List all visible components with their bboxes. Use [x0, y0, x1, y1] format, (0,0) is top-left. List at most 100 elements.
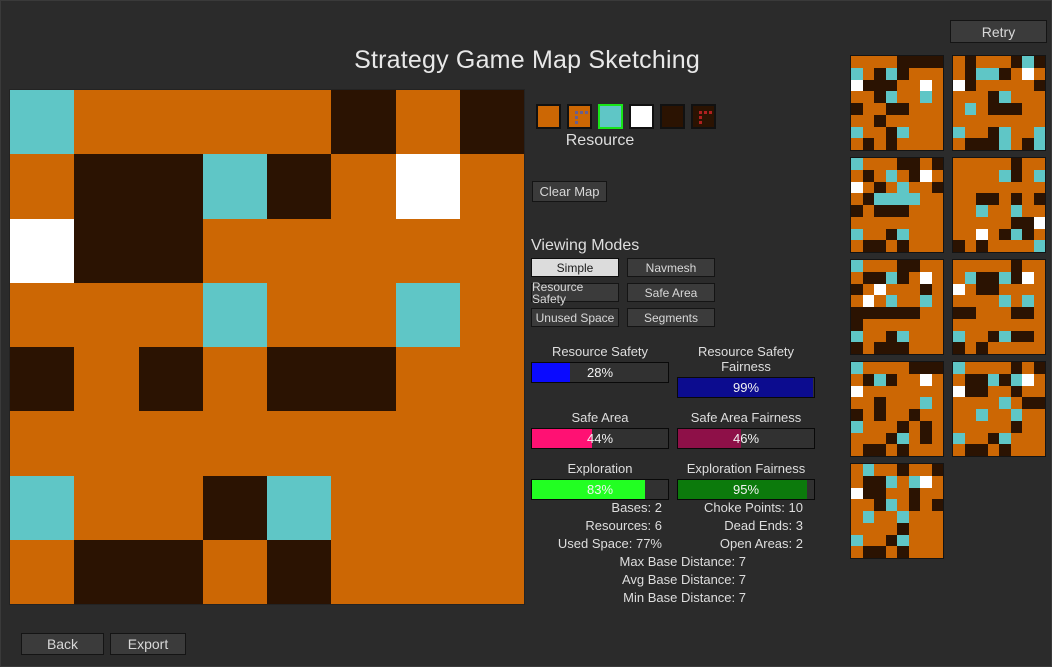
map-cell[interactable] — [395, 90, 460, 155]
clear-map-button[interactable]: Clear Map — [532, 181, 607, 202]
thumbnail-cell — [885, 362, 897, 374]
map-cell[interactable] — [74, 347, 139, 412]
map-cell[interactable] — [74, 282, 139, 347]
map-cell[interactable] — [395, 539, 460, 604]
thumbnail-variant-8[interactable] — [952, 361, 1046, 457]
palette-swatch-resource[interactable] — [598, 104, 623, 129]
map-cell[interactable] — [202, 475, 267, 540]
map-cell[interactable] — [267, 282, 332, 347]
map-cell[interactable] — [459, 218, 524, 283]
thumbnail-variant-4[interactable] — [952, 157, 1046, 253]
map-cell[interactable] — [267, 475, 332, 540]
viewing-mode-unused-space[interactable]: Unused Space — [531, 308, 619, 327]
map-cell[interactable] — [202, 218, 267, 283]
thumbnail-variant-7[interactable] — [850, 361, 944, 457]
map-cell[interactable] — [459, 282, 524, 347]
map-cell[interactable] — [202, 411, 267, 476]
tile-palette[interactable] — [536, 104, 716, 129]
map-cell[interactable] — [267, 411, 332, 476]
map-cell[interactable] — [331, 347, 396, 412]
thumbnail-cell — [953, 385, 965, 398]
map-cell[interactable] — [202, 539, 267, 604]
map-cell[interactable] — [331, 90, 396, 155]
map-cell[interactable] — [74, 218, 139, 283]
palette-swatch-wall[interactable] — [660, 104, 685, 129]
map-cell[interactable] — [138, 90, 203, 155]
map-cell[interactable] — [395, 347, 460, 412]
map-cell[interactable] — [395, 154, 460, 219]
viewing-mode-navmesh[interactable]: Navmesh — [627, 258, 715, 277]
viewing-modes-group[interactable]: Simple Navmesh Resource Safety Safe Area Unu… — [531, 258, 715, 327]
palette-swatch-ground[interactable] — [536, 104, 561, 129]
map-cell[interactable] — [202, 90, 267, 155]
thumbnail-gallery[interactable] — [850, 55, 1048, 559]
map-cell[interactable] — [331, 475, 396, 540]
map-cell[interactable] — [74, 411, 139, 476]
map-cell[interactable] — [459, 154, 524, 219]
thumbnail-cell — [976, 295, 988, 307]
map-cell[interactable] — [138, 347, 203, 412]
thumbnail-variant-2[interactable] — [952, 55, 1046, 151]
thumbnail-cell — [999, 158, 1011, 170]
thumbnail-cell — [964, 420, 976, 433]
map-cell[interactable] — [459, 347, 524, 412]
thumbnail-variant-5[interactable] — [850, 259, 944, 355]
map-cell[interactable] — [459, 90, 524, 155]
map-cell[interactable] — [395, 475, 460, 540]
viewing-mode-segments[interactable]: Segments — [627, 308, 715, 327]
map-canvas[interactable] — [9, 89, 525, 605]
map-cell[interactable] — [331, 282, 396, 347]
palette-swatch-wall-ramp[interactable] — [691, 104, 716, 129]
map-cell[interactable] — [74, 539, 139, 604]
map-cell[interactable] — [267, 218, 332, 283]
map-cell[interactable] — [10, 90, 75, 155]
map-cell[interactable] — [202, 282, 267, 347]
map-cell[interactable] — [267, 154, 332, 219]
map-cell[interactable] — [331, 154, 396, 219]
thumbnail-variant-6[interactable] — [952, 259, 1046, 355]
map-cell[interactable] — [10, 475, 75, 540]
thumbnail-variant-9[interactable] — [850, 463, 944, 559]
thumbnail-variant-3[interactable] — [850, 157, 944, 253]
map-cell[interactable] — [331, 218, 396, 283]
map-cell[interactable] — [395, 282, 460, 347]
thumbnail-cell — [897, 260, 909, 272]
map-cell[interactable] — [395, 411, 460, 476]
map-cell[interactable] — [202, 154, 267, 219]
map-cell[interactable] — [267, 347, 332, 412]
viewing-mode-resource-safety[interactable]: Resource Safety — [531, 281, 619, 305]
map-cell[interactable] — [331, 411, 396, 476]
map-cell[interactable] — [10, 154, 75, 219]
palette-swatch-base[interactable] — [629, 104, 654, 129]
map-cell[interactable] — [138, 475, 203, 540]
map-cell[interactable] — [10, 347, 75, 412]
map-cell[interactable] — [138, 218, 203, 283]
map-cell[interactable] — [74, 90, 139, 155]
map-cell[interactable] — [10, 282, 75, 347]
viewing-mode-safe-area[interactable]: Safe Area — [627, 283, 715, 302]
export-button[interactable]: Export — [110, 633, 186, 655]
palette-swatch-ground-ramp[interactable] — [567, 104, 592, 129]
map-cell[interactable] — [10, 539, 75, 604]
map-cell[interactable] — [331, 539, 396, 604]
viewing-mode-simple[interactable]: Simple — [531, 258, 619, 277]
map-cell[interactable] — [138, 411, 203, 476]
map-cell[interactable] — [459, 475, 524, 540]
map-cell[interactable] — [74, 154, 139, 219]
map-cell[interactable] — [10, 218, 75, 283]
map-cell[interactable] — [138, 282, 203, 347]
map-cell[interactable] — [138, 154, 203, 219]
map-cell[interactable] — [395, 218, 460, 283]
map-cell[interactable] — [459, 411, 524, 476]
map-cell[interactable] — [10, 411, 75, 476]
map-cell[interactable] — [202, 347, 267, 412]
back-button[interactable]: Back — [21, 633, 104, 655]
map-cell[interactable] — [74, 475, 139, 540]
thumbnail-variant-1[interactable] — [850, 55, 944, 151]
map-cell[interactable] — [267, 539, 332, 604]
retry-button[interactable]: Retry — [950, 20, 1047, 43]
map-cell[interactable] — [459, 539, 524, 604]
map-cell[interactable] — [267, 90, 332, 155]
thumbnail-cell — [874, 342, 886, 354]
map-cell[interactable] — [138, 539, 203, 604]
